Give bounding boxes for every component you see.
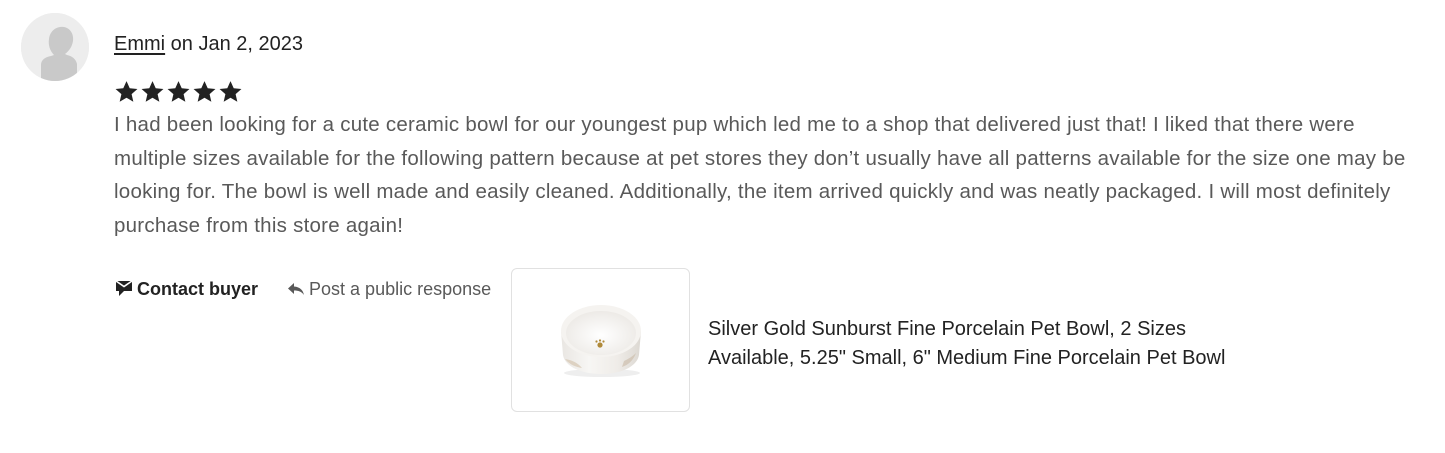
default-user-silhouette-icon [21,13,89,81]
review-card: Emmi on Jan 2, 2023 I had been looking f… [0,0,1445,453]
contact-buyer-label: Contact buyer [137,279,259,299]
contact-buyer-button[interactable]: Contact buyer [114,276,258,302]
product-title-link[interactable]: Silver Gold Sunburst Fine Porcelain Pet … [708,315,1268,372]
star-icon [141,81,164,102]
post-public-response-label: Post a public response [309,279,492,299]
post-public-response-button[interactable]: Post a public response [286,276,491,302]
product-image [561,305,641,377]
star-icon [115,81,138,102]
star-rating [114,79,243,106]
message-envelope-icon [115,280,133,296]
review-header: Emmi on Jan 2, 2023 [114,30,303,58]
star-icon [219,81,242,102]
review-text: I had been looking for a cute ceramic bo… [114,113,1406,237]
review-actions: Contact buyer Post a public response [114,276,491,302]
reviewer-avatar[interactable] [21,13,89,81]
star-icon [167,81,190,102]
reply-arrow-icon [288,283,305,295]
star-icon [193,81,216,102]
reviewer-name-link[interactable]: Emmi [114,33,165,55]
review-date: on Jan 2, 2023 [165,33,303,55]
product-thumbnail[interactable] [511,268,690,412]
